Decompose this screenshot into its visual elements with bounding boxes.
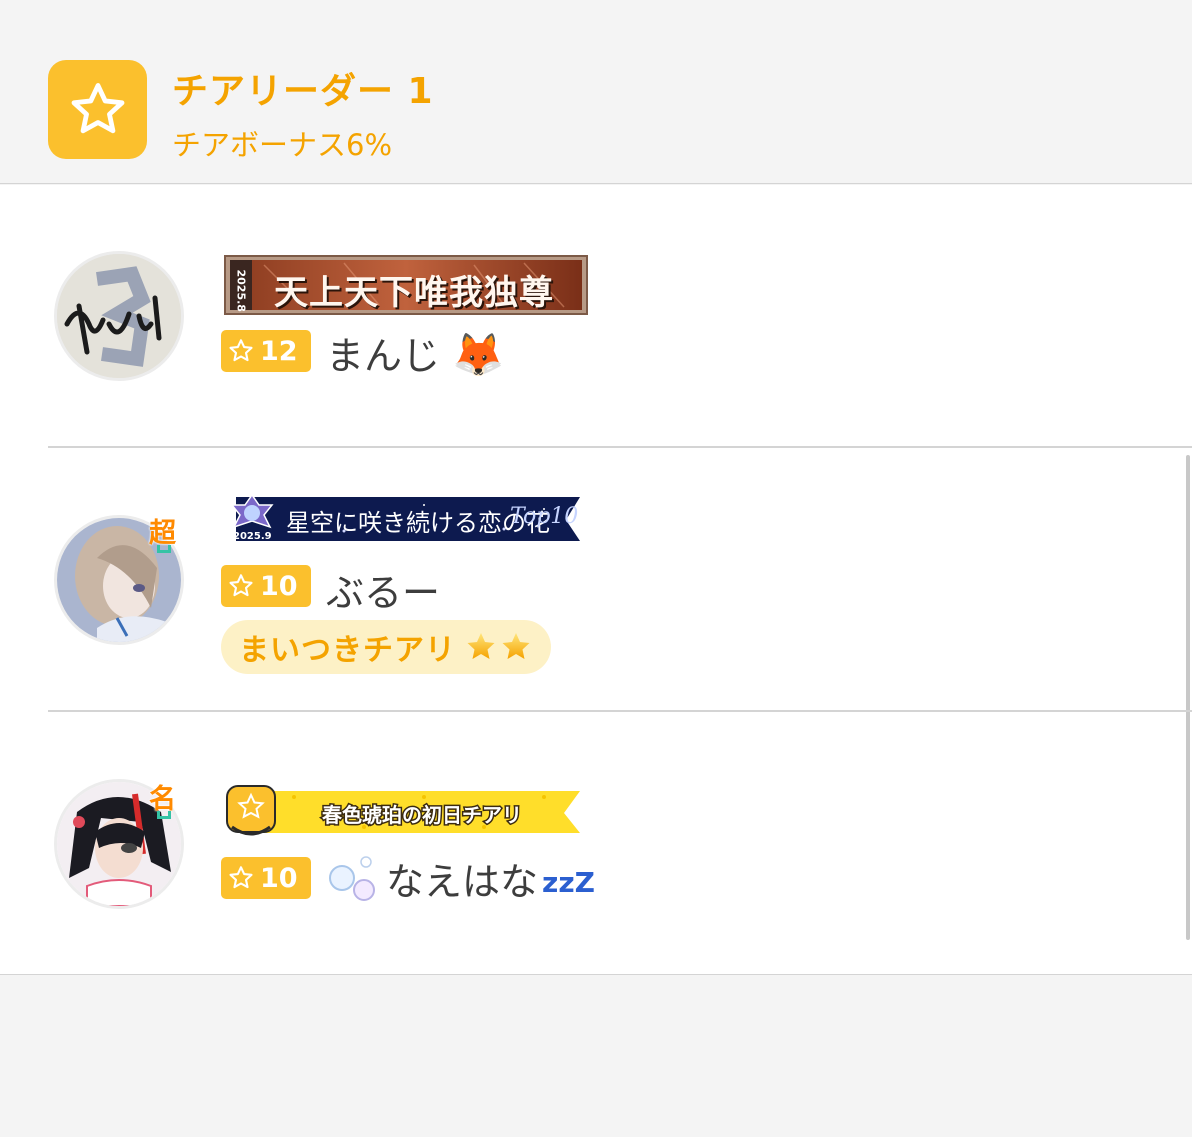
list-item[interactable]: 名 春色琥珀の初日チアリ 10 なえはな zzZ — [0, 711, 1192, 975]
level-number: 12 — [260, 335, 298, 367]
user-name[interactable]: なえはな zzZ — [326, 851, 595, 906]
sleep-icon: zzZ — [542, 866, 595, 899]
list-item[interactable]: 超 2025.9 星空に咲き続ける恋の花 Top10 10 ぶるー まいつきチア… — [0, 447, 1192, 712]
level-number: 10 — [260, 570, 298, 602]
banner-title: 天上天下唯我独尊 — [274, 273, 554, 313]
banner-date: 2025.9 — [233, 531, 272, 542]
bubbles-icon — [329, 855, 375, 901]
cheer-rank-header: チアリーダー 1 チアボーナス6% — [0, 0, 1192, 184]
level-badge: 12 — [221, 330, 311, 372]
title-banner: 2025.9 星空に咲き続ける恋の花 Top10 — [224, 493, 584, 545]
two-stars-icon — [467, 633, 530, 659]
list-item[interactable]: 2025.8 天上天下唯我独尊 12 まんじ 🦊 — [0, 185, 1192, 448]
star-icon — [229, 866, 253, 889]
cheer-bonus-label: チアボーナス6% — [172, 128, 393, 162]
user-name[interactable]: ぶるー — [326, 562, 440, 617]
star-icon — [229, 574, 253, 597]
star-icon — [48, 60, 147, 159]
level-badge: 10 — [221, 565, 311, 607]
banner-rank: Top10 — [510, 504, 579, 529]
avatar[interactable] — [54, 251, 184, 381]
monthly-cheer-tag: まいつきチアリ — [221, 620, 551, 674]
banner-title: 春色琥珀の初日チアリ — [321, 802, 524, 829]
level-badge: 10 — [221, 857, 311, 899]
banner-date: 2025.8 — [234, 269, 248, 312]
star-icon — [229, 339, 253, 362]
level-number: 10 — [260, 862, 298, 894]
title-banner: 2025.8 天上天下唯我独尊 — [224, 255, 588, 315]
tag-label: まいつきチアリ — [239, 633, 456, 668]
title-banner: 春色琥珀の初日チアリ — [224, 783, 584, 839]
badge-ribbon-icon — [157, 545, 171, 553]
fox-emoji: 🦊 — [452, 330, 505, 379]
rank-title: チアリーダー 1 — [172, 71, 434, 112]
user-name[interactable]: まんじ 🦊 — [326, 325, 504, 380]
badge-ribbon-icon — [157, 811, 171, 819]
